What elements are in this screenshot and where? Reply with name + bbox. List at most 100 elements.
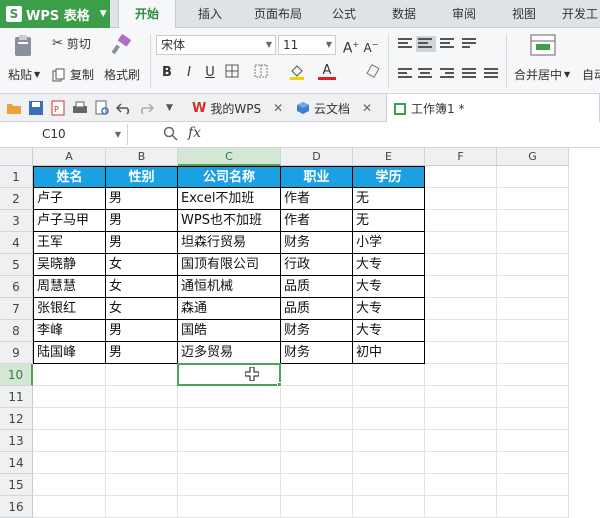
cell-g7[interactable] — [497, 298, 569, 320]
cell-e12[interactable] — [353, 408, 425, 430]
cell-d10[interactable] — [281, 364, 353, 386]
cell-f1[interactable] — [425, 166, 497, 188]
paste-button[interactable]: 粘贴 ▼ — [8, 66, 40, 83]
table-cell[interactable]: 女 — [106, 298, 178, 320]
table-cell[interactable]: 品质 — [281, 298, 353, 320]
select-all-corner[interactable] — [0, 148, 33, 166]
row-header-3[interactable]: 3 — [0, 210, 33, 232]
table-cell[interactable]: 作者 — [281, 188, 353, 210]
column-header-g[interactable]: G — [497, 148, 569, 166]
table-cell[interactable]: 吴晓静 — [33, 254, 106, 276]
bold-button[interactable]: B — [158, 64, 176, 82]
cell-c13[interactable] — [178, 430, 281, 452]
row-header-2[interactable]: 2 — [0, 188, 33, 210]
row-header-9[interactable]: 9 — [0, 342, 33, 364]
table-cell[interactable]: 森通 — [178, 298, 281, 320]
cell-c11[interactable] — [178, 386, 281, 408]
cell-a11[interactable] — [33, 386, 106, 408]
cell-a13[interactable] — [33, 430, 106, 452]
borders-button[interactable] — [223, 64, 241, 82]
cell-a10[interactable] — [33, 364, 106, 386]
app-menu-button[interactable]: S WPS 表格 ▼ — [0, 0, 110, 28]
column-header-b[interactable]: B — [106, 148, 178, 166]
undo-icon[interactable] — [115, 100, 132, 116]
cell-b10[interactable] — [106, 364, 178, 386]
row-header-8[interactable]: 8 — [0, 320, 33, 342]
print-icon[interactable] — [72, 100, 88, 116]
table-cell[interactable]: 作者 — [281, 210, 353, 232]
name-box[interactable]: C10 ▼ — [0, 124, 128, 145]
cell-f5[interactable] — [425, 254, 497, 276]
close-icon[interactable]: ✕ — [273, 101, 283, 115]
open-folder-icon[interactable] — [6, 100, 22, 116]
table-cell[interactable]: 张银红 — [33, 298, 106, 320]
table-header-cell[interactable]: 姓名 — [33, 166, 106, 188]
row-header-4[interactable]: 4 — [0, 232, 33, 254]
cell-g8[interactable] — [497, 320, 569, 342]
cell-d16[interactable] — [281, 496, 353, 518]
row-header-14[interactable]: 14 — [0, 452, 33, 474]
row-header-11[interactable]: 11 — [0, 386, 33, 408]
cell-e13[interactable] — [353, 430, 425, 452]
table-cell[interactable]: 卢子马甲 — [33, 210, 106, 232]
table-cell[interactable]: 陆国峰 — [33, 342, 106, 364]
cell-f6[interactable] — [425, 276, 497, 298]
column-header-f[interactable]: F — [425, 148, 497, 166]
insert-function-button[interactable]: fx — [188, 125, 201, 141]
cell-b15[interactable] — [106, 474, 178, 496]
table-cell[interactable]: 迈多贸易 — [178, 342, 281, 364]
table-cell[interactable]: 财务 — [281, 320, 353, 342]
fill-handle[interactable] — [277, 382, 282, 387]
underline-button[interactable]: U — [201, 64, 219, 82]
tab-formulas[interactable]: 公式 — [320, 0, 368, 28]
cell-g1[interactable] — [497, 166, 569, 188]
format-painter-button[interactable]: 格式刷 — [104, 66, 140, 83]
cell-d14[interactable] — [281, 452, 353, 474]
table-header-cell[interactable]: 学历 — [353, 166, 425, 188]
table-cell[interactable]: 周慧慧 — [33, 276, 106, 298]
table-cell[interactable]: 男 — [106, 342, 178, 364]
font-color-button[interactable]: A — [318, 62, 336, 80]
cell-b14[interactable] — [106, 452, 178, 474]
auto-wrap-button[interactable]: 自动 — [582, 66, 600, 83]
tab-insert[interactable]: 插入 — [184, 0, 236, 28]
cell-c14[interactable] — [178, 452, 281, 474]
cell-g3[interactable] — [497, 210, 569, 232]
table-cell[interactable]: 行政 — [281, 254, 353, 276]
cell-a12[interactable] — [33, 408, 106, 430]
formula-input[interactable] — [222, 122, 600, 148]
cell-f8[interactable] — [425, 320, 497, 342]
table-cell[interactable]: WPS也不加班 — [178, 210, 281, 232]
paste-icon[interactable] — [12, 34, 34, 58]
merge-center-button[interactable]: 合并居中 ▼ — [514, 66, 570, 83]
cell-f15[interactable] — [425, 474, 497, 496]
cell-g11[interactable] — [497, 386, 569, 408]
table-cell[interactable]: 小学 — [353, 232, 425, 254]
cell-a15[interactable] — [33, 474, 106, 496]
cell-b11[interactable] — [106, 386, 178, 408]
orientation-icon[interactable] — [462, 38, 478, 50]
align-center-icon[interactable] — [418, 68, 434, 80]
table-cell[interactable]: 王军 — [33, 232, 106, 254]
table-header-cell[interactable]: 公司名称 — [178, 166, 281, 188]
table-cell[interactable]: 女 — [106, 254, 178, 276]
cell-g9[interactable] — [497, 342, 569, 364]
column-header-c[interactable]: C — [178, 148, 281, 166]
tab-review[interactable]: 审阅 — [440, 0, 488, 28]
cell-g2[interactable] — [497, 188, 569, 210]
brush-icon[interactable] — [110, 34, 132, 56]
cell-f9[interactable] — [425, 342, 497, 364]
table-cell[interactable]: 无 — [353, 188, 425, 210]
cell-f16[interactable] — [425, 496, 497, 518]
row-header-13[interactable]: 13 — [0, 430, 33, 452]
row-header-15[interactable]: 15 — [0, 474, 33, 496]
table-cell[interactable]: 卢子 — [33, 188, 106, 210]
tab-developer[interactable]: 开发工 — [560, 0, 600, 28]
tab-home[interactable]: 开始 — [118, 0, 176, 29]
tab-page-layout[interactable]: 页面布局 — [240, 0, 316, 28]
table-cell[interactable]: 初中 — [353, 342, 425, 364]
zoom-search-icon[interactable] — [163, 126, 179, 145]
cell-g12[interactable] — [497, 408, 569, 430]
cell-d12[interactable] — [281, 408, 353, 430]
cell-f11[interactable] — [425, 386, 497, 408]
